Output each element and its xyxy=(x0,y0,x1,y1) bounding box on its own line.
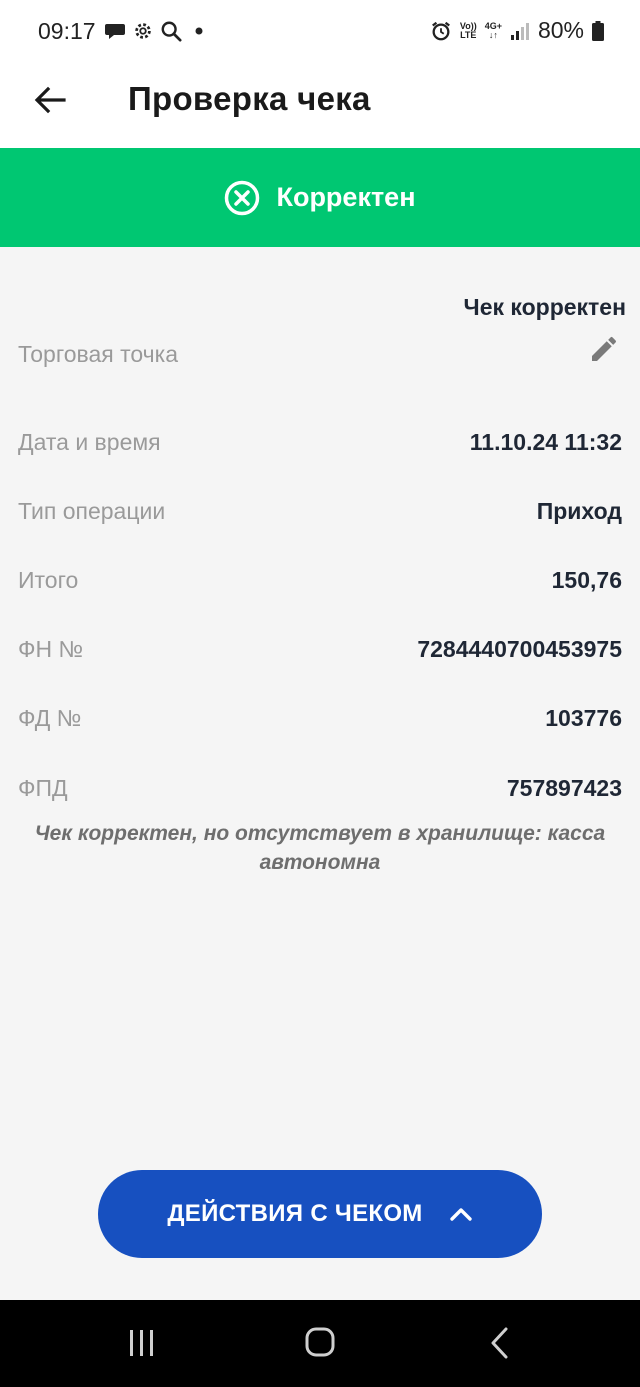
row-label: ФН № xyxy=(18,636,84,662)
row-label: Торговая точка xyxy=(18,341,179,367)
back-button[interactable] xyxy=(28,78,72,122)
app-header: Проверка чека xyxy=(0,64,640,148)
back-icon[interactable] xyxy=(480,1326,520,1360)
row-label: Итого xyxy=(18,567,79,593)
gear-icon xyxy=(135,23,151,39)
chevron-up-icon xyxy=(449,1208,472,1221)
row-fd: ФД № 103776 xyxy=(18,705,622,745)
row-label: Тип операции xyxy=(18,498,166,524)
arrow-left-icon xyxy=(34,86,66,114)
row-total: Итого 150,76 xyxy=(18,567,622,607)
row-value: 757897423 xyxy=(506,775,622,801)
chat-icon xyxy=(105,24,125,39)
row-value: 150,76 xyxy=(551,567,622,593)
status-note: Чек корректен, но отсутствует в хранилищ… xyxy=(34,822,606,874)
row-value: 11.10.24 11:32 xyxy=(469,429,622,455)
action-button-label: ДЕЙСТВИЯ С ЧЕКОМ xyxy=(167,1200,423,1227)
battery-icon xyxy=(592,20,604,41)
status-time: 09:17 xyxy=(38,18,96,44)
row-label: ФПД xyxy=(18,775,68,801)
alarm-icon xyxy=(431,21,450,40)
status-bar: 09:17 Vo)) LTE 4G+ ↓↑ 80% xyxy=(0,0,640,64)
row-store: Торговая точка xyxy=(18,336,622,381)
notification-icons xyxy=(104,20,206,42)
row-label: Дата и время xyxy=(18,429,161,455)
row-fpd: ФПД 757897423 xyxy=(18,775,622,815)
search-icon xyxy=(161,21,182,42)
status-text: Корректен xyxy=(276,182,416,212)
system-nav-bar xyxy=(0,1300,640,1387)
recent-apps-icon[interactable] xyxy=(122,1326,162,1360)
row-value: Приход xyxy=(536,498,622,524)
network-indicator: 4G+ ↓↑ xyxy=(484,20,502,40)
check-status-banner: Корректен xyxy=(0,148,640,247)
row-value: 103776 xyxy=(545,705,622,731)
row-label: ФД № xyxy=(18,705,82,731)
row-fn: ФН № 7284440700453975 xyxy=(18,636,622,676)
signal-icon xyxy=(510,22,529,40)
dot-icon xyxy=(195,27,203,35)
row-datetime: Дата и время 11.10.24 11:32 xyxy=(18,429,622,469)
row-value: 7284440700453975 xyxy=(417,636,622,662)
check-summary: Чек корректен xyxy=(463,294,626,320)
volte-indicator: Vo)) LTE xyxy=(459,20,477,40)
receipt-actions-button[interactable]: ДЕЙСТВИЯ С ЧЕКОМ xyxy=(98,1170,542,1258)
home-icon[interactable] xyxy=(300,1326,340,1360)
page-title: Проверка чека xyxy=(128,80,371,117)
battery-percent: 80% xyxy=(537,17,584,43)
row-operation-type: Тип операции Приход xyxy=(18,498,622,538)
pencil-icon[interactable] xyxy=(588,333,620,365)
circle-x-icon xyxy=(225,180,260,215)
system-icons: Vo)) LTE 4G+ ↓↑ 80% xyxy=(430,17,604,44)
